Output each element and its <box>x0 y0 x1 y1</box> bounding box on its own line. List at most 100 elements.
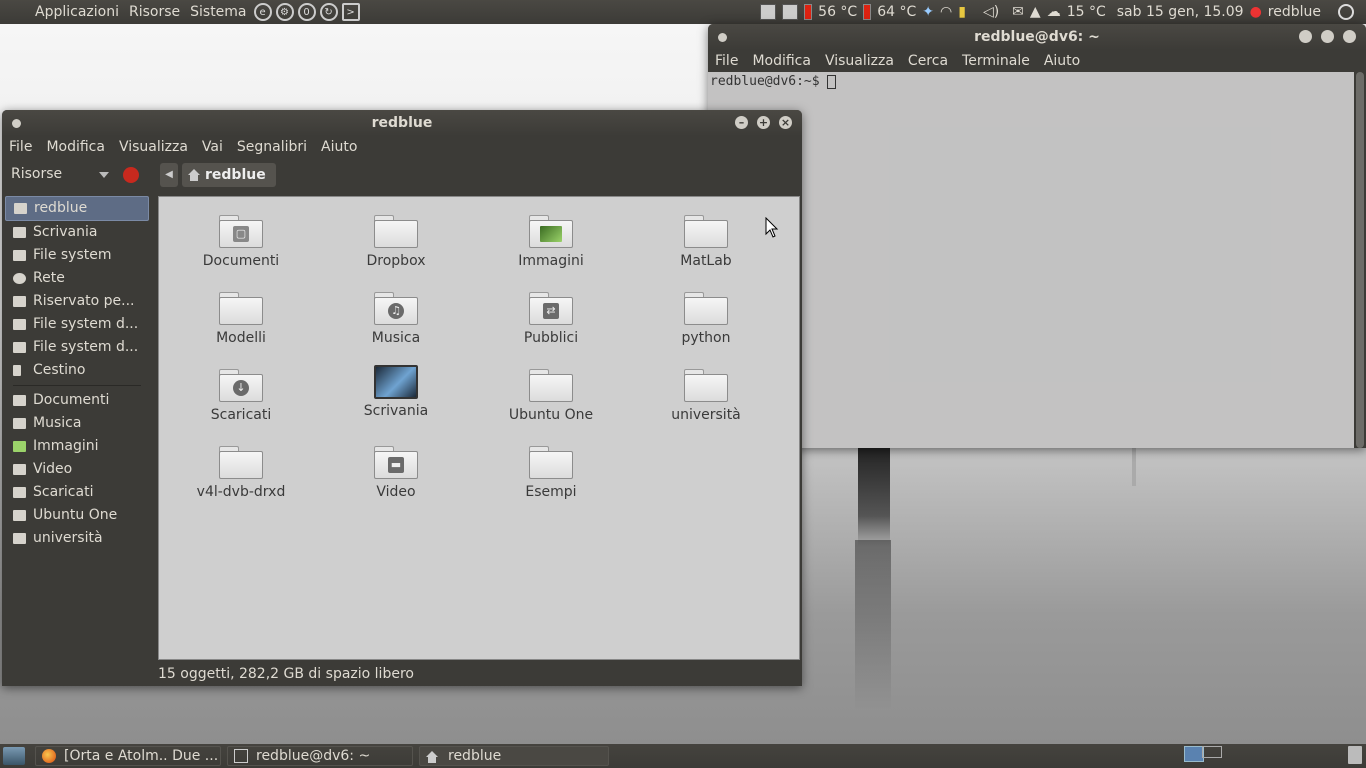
desktop-icon <box>374 365 418 399</box>
menu-visualizza[interactable]: Visualizza <box>818 53 901 69</box>
power-icon[interactable] <box>1338 4 1354 20</box>
menu-icon[interactable] <box>12 119 21 128</box>
folder-icon <box>219 292 263 325</box>
dropbox-icon[interactable]: ✦ <box>922 4 934 20</box>
terminal-output[interactable]: redblue@dv6:~$ <box>708 72 1354 448</box>
task-file-manager[interactable]: redblue <box>419 746 609 766</box>
scrollbar-thumb[interactable] <box>1356 72 1364 448</box>
top-panel: Applicazioni Risorse Sistema e ⚙ 0 ↻ > 5… <box>0 0 1366 24</box>
file-item-pubblici[interactable]: ⇄ Pubblici <box>486 292 616 346</box>
file-item-musica[interactable]: ♫ Musica <box>331 292 461 346</box>
workspace-2[interactable] <box>1202 746 1222 758</box>
menu-file[interactable]: File <box>708 53 745 69</box>
sidebar-item-scaricati[interactable]: Scaricati <box>5 481 149 504</box>
file-item-scaricati[interactable]: ↓ Scaricati <box>176 369 306 423</box>
chevron-down-icon[interactable] <box>99 172 109 178</box>
places-dropdown[interactable]: Risorse <box>11 166 62 182</box>
wifi-icon[interactable]: ◠ <box>940 4 952 20</box>
launcher-icon[interactable]: ↻ <box>319 3 338 21</box>
file-item-modelli[interactable]: Modelli <box>176 292 306 346</box>
menu-segnalibri[interactable]: Segnalibri <box>230 139 314 155</box>
sidebar-item-scrivania[interactable]: Scrivania <box>5 221 149 244</box>
menu-modifica[interactable]: Modifica <box>745 53 818 69</box>
drive-icon <box>13 342 26 353</box>
mail-icon[interactable]: ✉ <box>1012 4 1024 20</box>
file-item-ubuntu-one[interactable]: Ubuntu One <box>486 369 616 423</box>
menu-terminale[interactable]: Terminale <box>955 53 1037 69</box>
menu-risorse[interactable]: Risorse <box>124 0 185 24</box>
mouse-pointer-icon <box>765 217 779 238</box>
file-item-dropbox[interactable]: Dropbox <box>331 215 461 269</box>
icon-view[interactable]: ▢ Documenti Dropbox Immagini MatLab Mode… <box>158 196 800 660</box>
launcher-icon[interactable]: e <box>253 3 272 21</box>
sidebar-item-universita[interactable]: università <box>5 527 149 550</box>
weather-temperature[interactable]: 15 °C <box>1067 4 1106 20</box>
file-manager-titlebar[interactable]: redblue – + × <box>2 110 802 136</box>
file-item-documenti[interactable]: ▢ Documenti <box>176 215 306 269</box>
file-item-esempi[interactable]: Esempi <box>486 446 616 500</box>
file-item-scrivania[interactable]: Scrivania <box>331 365 461 419</box>
sidebar-item-file-system-d1[interactable]: File system d... <box>5 313 149 336</box>
launcher-icon[interactable]: 0 <box>297 3 316 21</box>
sidebar-item-redblue[interactable]: redblue <box>5 196 149 221</box>
sidebar-item-cestino[interactable]: Cestino <box>5 359 149 382</box>
menu-aiuto[interactable]: Aiuto <box>314 139 364 155</box>
sidebar-item-file-system[interactable]: File system <box>5 244 149 267</box>
file-item-label: python <box>681 330 731 346</box>
sidebar-item-documenti[interactable]: Documenti <box>5 389 149 412</box>
file-item-video[interactable]: ▬ Video <box>331 446 461 500</box>
close-icon[interactable] <box>1343 30 1356 43</box>
menu-applicazioni[interactable]: Applicazioni <box>30 0 124 24</box>
menu-sistema[interactable]: Sistema <box>185 0 251 24</box>
sidebar-item-rete[interactable]: Rete <box>5 267 149 290</box>
back-button[interactable]: ◀ <box>160 163 178 187</box>
menu-vai[interactable]: Vai <box>195 139 230 155</box>
battery-icon[interactable]: ▮ <box>958 4 966 20</box>
sidebar-item-label: Video <box>33 461 73 477</box>
menu-aiuto[interactable]: Aiuto <box>1037 53 1087 69</box>
file-item-v4l-dvb-drxd[interactable]: v4l-dvb-drxd <box>176 446 306 500</box>
volume-icon[interactable]: ◁) <box>983 4 999 20</box>
sidebar-item-label: File system d... <box>33 339 139 355</box>
maximize-icon[interactable]: + <box>757 116 770 129</box>
file-item-universita[interactable]: università <box>641 369 771 423</box>
temperature-readout: 56 °C <box>818 4 858 20</box>
menu-modifica[interactable]: Modifica <box>39 139 112 155</box>
file-item-matlab[interactable]: MatLab <box>641 215 771 269</box>
trash-icon[interactable] <box>1348 746 1362 764</box>
folder-icon <box>13 510 26 521</box>
sidebar-item-video[interactable]: Video <box>5 458 149 481</box>
close-icon[interactable]: × <box>779 116 792 129</box>
breadcrumb-home[interactable]: redblue <box>182 163 276 187</box>
sidebar-item-riservato[interactable]: Riservato pe... <box>5 290 149 313</box>
sidebar-item-musica[interactable]: Musica <box>5 412 149 435</box>
workspace-1[interactable] <box>1184 746 1204 762</box>
terminal-title: redblue@dv6: ~ <box>974 29 1100 45</box>
close-pane-icon[interactable] <box>123 167 139 183</box>
menu-visualizza[interactable]: Visualizza <box>112 139 195 155</box>
file-item-label: Documenti <box>202 253 280 269</box>
menu-icon[interactable] <box>718 33 727 42</box>
terminal-titlebar[interactable]: redblue@dv6: ~ <box>708 24 1366 50</box>
minimize-icon[interactable]: – <box>735 116 748 129</box>
sidebar-item-label: Riservato pe... <box>33 293 135 309</box>
task-label: redblue <box>448 748 502 764</box>
maximize-icon[interactable] <box>1321 30 1334 43</box>
task-terminal[interactable]: redblue@dv6: ~ <box>227 746 413 766</box>
file-item-immagini[interactable]: Immagini <box>486 215 616 269</box>
sidebar-item-file-system-d2[interactable]: File system d... <box>5 336 149 359</box>
terminal-scrollbar[interactable] <box>1354 72 1366 448</box>
user-name[interactable]: redblue <box>1268 4 1321 20</box>
sidebar-item-ubuntu-one[interactable]: Ubuntu One <box>5 504 149 527</box>
show-desktop-button[interactable] <box>3 747 25 765</box>
launcher-icon[interactable]: ⚙ <box>275 3 294 21</box>
minimize-icon[interactable] <box>1299 30 1312 43</box>
menu-file[interactable]: File <box>2 139 39 155</box>
task-firefox[interactable]: [Orta e Atolm.. Due ... <box>35 746 221 766</box>
clock[interactable]: sab 15 gen, 15.09 <box>1117 4 1244 20</box>
terminal-launcher-icon[interactable]: > <box>341 3 360 21</box>
sidebar-item-immagini[interactable]: Immagini <box>5 435 149 458</box>
file-item-python[interactable]: python <box>641 292 771 346</box>
menu-cerca[interactable]: Cerca <box>901 53 955 69</box>
network-manager-icon[interactable]: ▲ <box>1030 4 1041 20</box>
